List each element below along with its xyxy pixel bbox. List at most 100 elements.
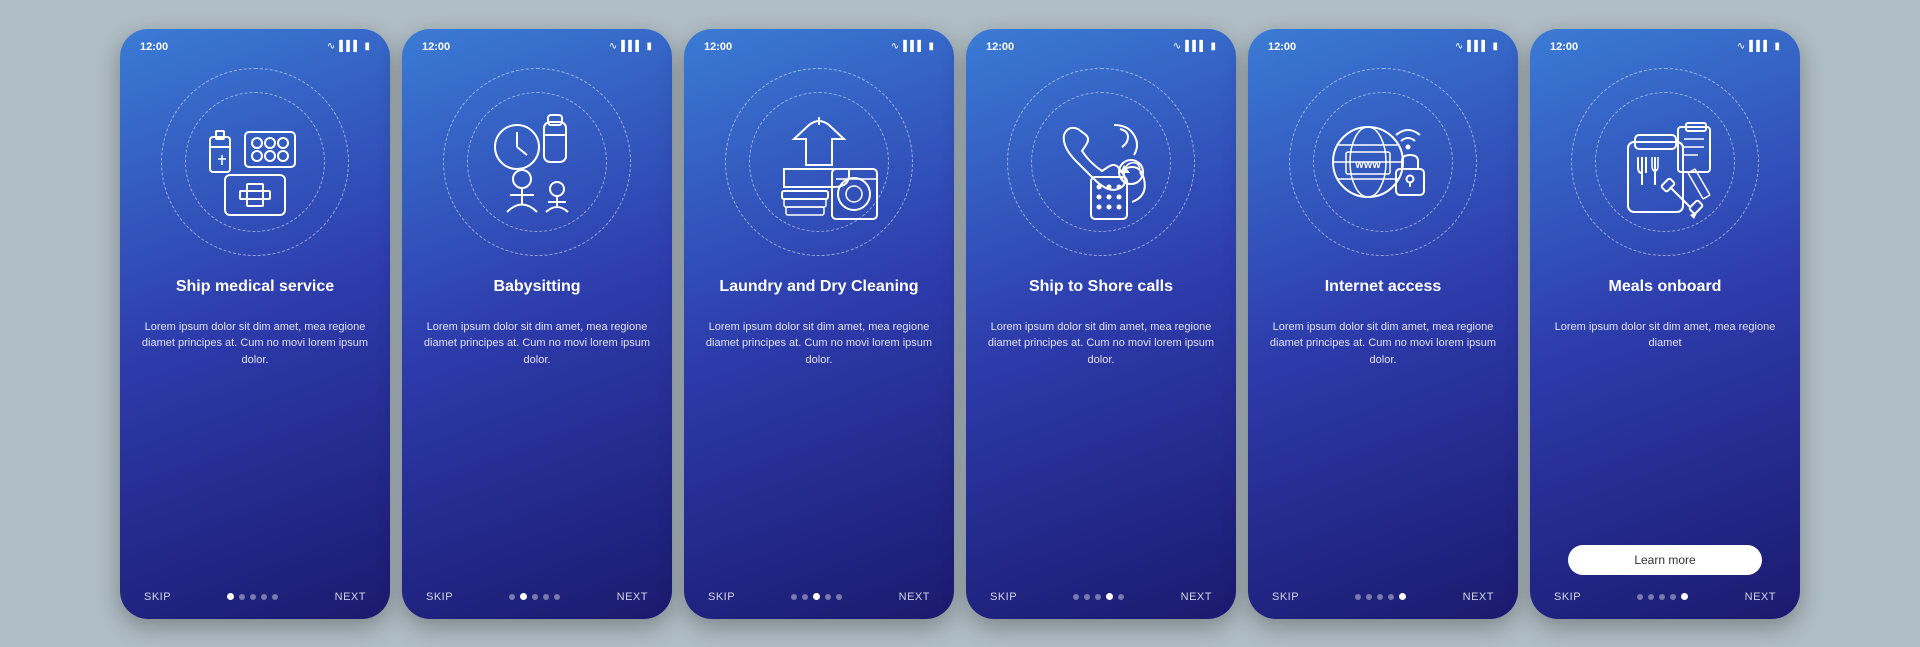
dot-active [227,593,234,600]
time-3: 12:00 [704,41,732,53]
dot-4 [261,594,267,600]
dot-2 [1366,594,1372,600]
status-bar-5: 12:00 ∿ ▌▌▌ ▮ [1262,39,1504,55]
next-label-4[interactable]: NEXT [1181,591,1212,603]
battery-icon-6: ▮ [1774,41,1780,52]
dot-4 [825,594,831,600]
time-5: 12:00 [1268,41,1296,53]
dots-5 [1355,593,1406,600]
dot-active [520,593,527,600]
status-icons-6: ∿ ▌▌▌ ▮ [1737,41,1780,52]
dot-1 [509,594,515,600]
skip-label-3[interactable]: SKIP [708,591,735,603]
time-1: 12:00 [140,41,168,53]
meals-icon [1600,97,1730,227]
internet-icon: WWW [1318,97,1448,227]
status-icons-3: ∿ ▌▌▌ ▮ [891,41,934,52]
bottom-nav-2: SKIP NEXT [416,583,658,605]
skip-label-6[interactable]: SKIP [1554,591,1581,603]
icon-area-6 [1570,67,1760,257]
dots-6 [1637,593,1688,600]
bottom-nav-1: SKIP NEXT [134,583,376,605]
screen-body-6: Lorem ipsum dolor sit dim amet, mea regi… [1544,319,1786,537]
status-icons-2: ∿ ▌▌▌ ▮ [609,41,652,52]
screen-title-2: Babysitting [493,267,580,309]
dots-2 [509,593,560,600]
dot-4 [1670,594,1676,600]
learn-more-button[interactable]: Learn more [1568,545,1762,575]
status-icons-4: ∿ ▌▌▌ ▮ [1173,41,1216,52]
next-label-5[interactable]: NEXT [1463,591,1494,603]
dot-3 [250,594,256,600]
wifi-icon-4: ∿ [1173,41,1181,52]
medical-icon [190,97,320,227]
dot-5 [1118,594,1124,600]
signal-icon-5: ▌▌▌ [1467,41,1488,52]
time-4: 12:00 [986,41,1014,53]
skip-label-1[interactable]: SKIP [144,591,171,603]
dots-1 [227,593,278,600]
dot-3 [1377,594,1383,600]
status-bar-3: 12:00 ∿ ▌▌▌ ▮ [698,39,940,55]
screen-title-5: Internet access [1325,267,1442,309]
time-6: 12:00 [1550,41,1578,53]
icon-area-5: WWW [1288,67,1478,257]
phone-screen-3: 12:00 ∿ ▌▌▌ ▮ [684,29,954,619]
dot-2 [802,594,808,600]
phone-screen-1: 12:00 ∿ ▌▌▌ ▮ [120,29,390,619]
dot-4 [543,594,549,600]
dot-5 [836,594,842,600]
dot-2 [1084,594,1090,600]
screen-body-2: Lorem ipsum dolor sit dim amet, mea regi… [416,319,658,583]
dot-5 [272,594,278,600]
next-label-3[interactable]: NEXT [899,591,930,603]
phone-screen-5: 12:00 ∿ ▌▌▌ ▮ WWW [1248,29,1518,619]
dot-active [1681,593,1688,600]
dot-2 [239,594,245,600]
dots-3 [791,593,842,600]
dot-1 [791,594,797,600]
battery-icon-2: ▮ [646,41,652,52]
dot-active [1106,593,1113,600]
dot-3 [532,594,538,600]
dot-3 [1095,594,1101,600]
wifi-icon-2: ∿ [609,41,617,52]
screen-title-1: Ship medical service [176,267,334,309]
wifi-icon-5: ∿ [1455,41,1463,52]
bottom-nav-3: SKIP NEXT [698,583,940,605]
shore-calls-icon [1036,97,1166,227]
signal-icon-6: ▌▌▌ [1749,41,1770,52]
bottom-nav-4: SKIP NEXT [980,583,1222,605]
screens-container: 12:00 ∿ ▌▌▌ ▮ [100,9,1820,639]
signal-icon-1: ▌▌▌ [339,41,360,52]
phone-screen-2: 12:00 ∿ ▌▌▌ ▮ [402,29,672,619]
battery-icon-5: ▮ [1492,41,1498,52]
screen-body-5: Lorem ipsum dolor sit dim amet, mea regi… [1262,319,1504,583]
dot-active [1399,593,1406,600]
skip-label-5[interactable]: SKIP [1272,591,1299,603]
battery-icon-1: ▮ [364,41,370,52]
phone-screen-4: 12:00 ∿ ▌▌▌ ▮ [966,29,1236,619]
wifi-icon-3: ∿ [891,41,899,52]
dot-1 [1355,594,1361,600]
skip-label-4[interactable]: SKIP [990,591,1017,603]
dot-2 [1648,594,1654,600]
laundry-icon [754,97,884,227]
next-label-1[interactable]: NEXT [335,591,366,603]
phone-screen-6: 12:00 ∿ ▌▌▌ ▮ [1530,29,1800,619]
dot-3 [1659,594,1665,600]
screen-body-1: Lorem ipsum dolor sit dim amet, mea regi… [134,319,376,583]
bottom-nav-5: SKIP NEXT [1262,583,1504,605]
skip-label-2[interactable]: SKIP [426,591,453,603]
wifi-icon-1: ∿ [327,41,335,52]
next-label-2[interactable]: NEXT [617,591,648,603]
next-label-6[interactable]: NEXT [1745,591,1776,603]
battery-icon-4: ▮ [1210,41,1216,52]
screen-body-3: Lorem ipsum dolor sit dim amet, mea regi… [698,319,940,583]
dot-1 [1073,594,1079,600]
signal-icon-2: ▌▌▌ [621,41,642,52]
status-icons-5: ∿ ▌▌▌ ▮ [1455,41,1498,52]
dot-active [813,593,820,600]
status-bar-6: 12:00 ∿ ▌▌▌ ▮ [1544,39,1786,55]
icon-area-3 [724,67,914,257]
